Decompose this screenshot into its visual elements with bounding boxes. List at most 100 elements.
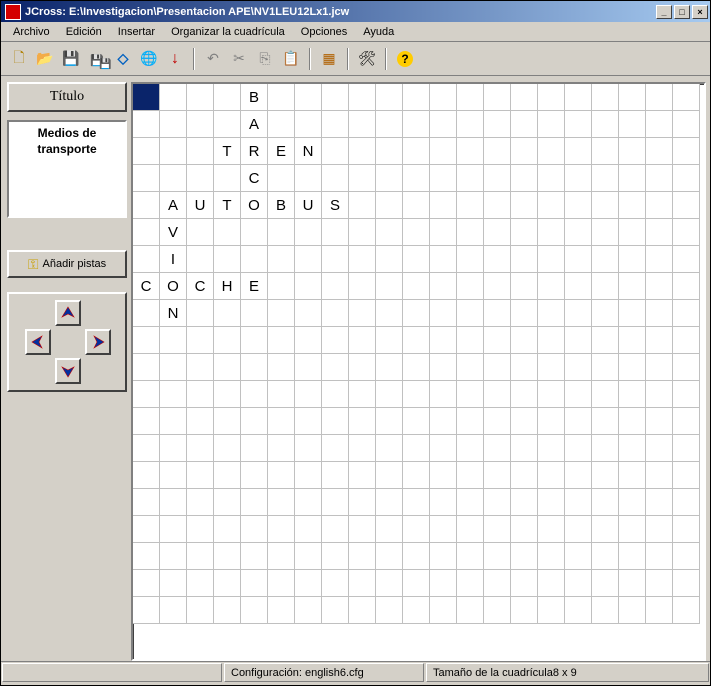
grid-cell[interactable] bbox=[295, 435, 322, 462]
grid-cell[interactable] bbox=[592, 165, 619, 192]
grid-cell[interactable] bbox=[619, 165, 646, 192]
grid-cell[interactable] bbox=[565, 597, 592, 624]
grid-cell[interactable] bbox=[592, 570, 619, 597]
grid-cell[interactable] bbox=[376, 138, 403, 165]
grid-cell[interactable] bbox=[592, 219, 619, 246]
grid-cell[interactable] bbox=[241, 354, 268, 381]
title-text-box[interactable]: Medios de transporte bbox=[7, 120, 127, 218]
grid-cell[interactable] bbox=[295, 300, 322, 327]
grid-cell[interactable] bbox=[403, 327, 430, 354]
add-clues-button[interactable]: Añadir pistas bbox=[7, 250, 127, 278]
grid-cell[interactable] bbox=[565, 84, 592, 111]
grid-cell[interactable] bbox=[538, 84, 565, 111]
grid-cell[interactable] bbox=[349, 597, 376, 624]
grid-cell[interactable] bbox=[484, 354, 511, 381]
grid-cell[interactable]: V bbox=[160, 219, 187, 246]
grid-cell[interactable] bbox=[565, 516, 592, 543]
grid-cell[interactable] bbox=[457, 84, 484, 111]
grid-cell[interactable] bbox=[268, 462, 295, 489]
grid-cell[interactable] bbox=[133, 489, 160, 516]
grid-cell[interactable] bbox=[457, 570, 484, 597]
grid-cell[interactable] bbox=[295, 84, 322, 111]
grid-cell[interactable] bbox=[538, 597, 565, 624]
grid-cell[interactable] bbox=[187, 138, 214, 165]
minimize-button[interactable]: _ bbox=[656, 5, 672, 19]
grid-cell[interactable] bbox=[133, 84, 160, 111]
grid-cell[interactable] bbox=[565, 435, 592, 462]
grid-cell[interactable] bbox=[349, 435, 376, 462]
grid-cell[interactable] bbox=[403, 273, 430, 300]
grid-cell[interactable] bbox=[160, 570, 187, 597]
grid-cell[interactable] bbox=[673, 84, 700, 111]
grid-cell[interactable]: C bbox=[241, 165, 268, 192]
grid-cell[interactable] bbox=[268, 219, 295, 246]
grid-cell[interactable] bbox=[376, 327, 403, 354]
grid-cell[interactable] bbox=[187, 597, 214, 624]
grid-cell[interactable] bbox=[214, 408, 241, 435]
grid-cell[interactable] bbox=[160, 435, 187, 462]
grid-cell[interactable] bbox=[376, 111, 403, 138]
grid-cell[interactable] bbox=[349, 462, 376, 489]
grid-cell[interactable] bbox=[160, 84, 187, 111]
grid-cell[interactable] bbox=[349, 138, 376, 165]
grid-cell[interactable]: S bbox=[322, 192, 349, 219]
grid-cell[interactable] bbox=[430, 165, 457, 192]
grid-cell[interactable] bbox=[511, 165, 538, 192]
grid-cell[interactable]: I bbox=[160, 246, 187, 273]
grid-cell[interactable] bbox=[376, 84, 403, 111]
grid-cell[interactable] bbox=[133, 597, 160, 624]
close-button[interactable]: × bbox=[692, 5, 708, 19]
grid-cell[interactable] bbox=[403, 246, 430, 273]
menu-ayuda[interactable]: Ayuda bbox=[355, 24, 402, 40]
grid-cell[interactable] bbox=[538, 435, 565, 462]
grid-cell[interactable] bbox=[430, 219, 457, 246]
grid-cell[interactable]: H bbox=[214, 273, 241, 300]
grid-cell[interactable] bbox=[592, 327, 619, 354]
menu-archivo[interactable]: Archivo bbox=[5, 24, 58, 40]
grid-cell[interactable] bbox=[511, 354, 538, 381]
grid-cell[interactable] bbox=[349, 543, 376, 570]
grid-cell[interactable] bbox=[646, 489, 673, 516]
grid-cell[interactable] bbox=[430, 516, 457, 543]
grid-cell[interactable] bbox=[295, 570, 322, 597]
grid-cell[interactable] bbox=[484, 570, 511, 597]
grid-cell[interactable] bbox=[565, 570, 592, 597]
grid-cell[interactable] bbox=[133, 408, 160, 435]
grid-cell[interactable] bbox=[646, 327, 673, 354]
grid-cell[interactable] bbox=[484, 516, 511, 543]
grid-cell[interactable] bbox=[133, 354, 160, 381]
grid-cell[interactable] bbox=[160, 462, 187, 489]
grid-cell[interactable] bbox=[214, 111, 241, 138]
grid-cell[interactable] bbox=[592, 408, 619, 435]
grid-cell[interactable] bbox=[133, 435, 160, 462]
grid-cell[interactable] bbox=[241, 489, 268, 516]
grid-cell[interactable] bbox=[646, 408, 673, 435]
grid-cell[interactable] bbox=[241, 300, 268, 327]
nav-up-button[interactable] bbox=[55, 300, 81, 326]
grid-cell[interactable]: N bbox=[295, 138, 322, 165]
grid-cell[interactable] bbox=[538, 246, 565, 273]
menu-insertar[interactable]: Insertar bbox=[110, 24, 163, 40]
grid-cell[interactable] bbox=[403, 354, 430, 381]
grid-cell[interactable] bbox=[646, 84, 673, 111]
grid-cell[interactable] bbox=[565, 354, 592, 381]
grid-cell[interactable] bbox=[214, 165, 241, 192]
grid-cell[interactable] bbox=[511, 327, 538, 354]
grid-cell[interactable] bbox=[619, 192, 646, 219]
nav-down-button[interactable] bbox=[55, 358, 81, 384]
grid-cell[interactable] bbox=[268, 489, 295, 516]
export-web-button[interactable] bbox=[137, 47, 161, 71]
grid-cell[interactable] bbox=[241, 597, 268, 624]
grid-cell[interactable] bbox=[187, 219, 214, 246]
grid-cell[interactable] bbox=[322, 111, 349, 138]
grid-cell[interactable] bbox=[484, 219, 511, 246]
grid-cell[interactable] bbox=[430, 462, 457, 489]
grid-cell[interactable] bbox=[592, 543, 619, 570]
grid-cell[interactable] bbox=[160, 597, 187, 624]
grid-cell[interactable] bbox=[322, 543, 349, 570]
grid-cell[interactable] bbox=[268, 597, 295, 624]
grid-cell[interactable] bbox=[214, 543, 241, 570]
grid-cell[interactable] bbox=[511, 381, 538, 408]
grid-cell[interactable] bbox=[160, 165, 187, 192]
grid-cell[interactable] bbox=[322, 273, 349, 300]
